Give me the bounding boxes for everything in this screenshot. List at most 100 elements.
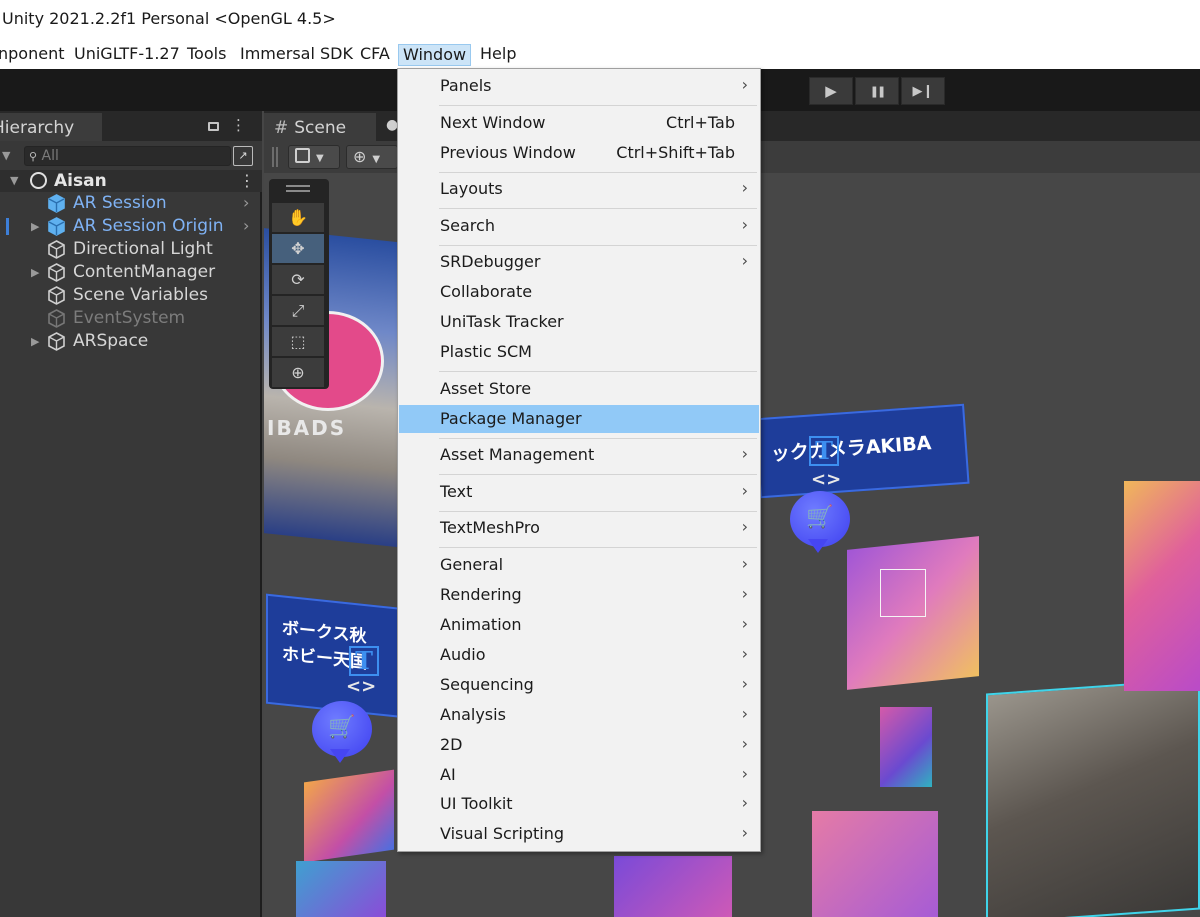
menu-item[interactable]: UniTask Tracker — [399, 308, 759, 336]
menu-item[interactable]: Text › — [399, 478, 759, 506]
menu-immersal-sdk[interactable]: Immersal SDK — [236, 44, 357, 66]
hierarchy-item-label: ARSpace — [73, 331, 149, 351]
overlay-grip-icon[interactable] — [286, 185, 310, 192]
hierarchy-item[interactable]: AR Session › — [0, 192, 262, 215]
create-dropdown-icon[interactable]: ▼ — [2, 149, 10, 162]
menu-item-label: Analysis — [440, 705, 506, 724]
menu-item[interactable]: Analysis › — [399, 701, 759, 729]
hand-tool-button[interactable]: ✋ — [272, 203, 324, 232]
submenu-arrow-icon: › — [741, 75, 748, 94]
scene-tile — [614, 856, 732, 917]
expand-triangle-icon[interactable]: ▶ — [31, 335, 39, 348]
menu-item[interactable]: Collaborate — [399, 278, 759, 306]
menu-item-label: Next Window — [440, 113, 546, 132]
submenu-arrow-icon: › — [741, 554, 748, 573]
menu-item[interactable]: 2D › — [399, 731, 759, 759]
transform-tool-button[interactable]: ⊕ — [272, 358, 324, 387]
hierarchy-item-label: AR Session Origin — [73, 216, 224, 236]
chevron-down-icon: ▼ — [316, 153, 324, 164]
menu-item[interactable]: Asset Store — [399, 375, 759, 403]
global-local-dropdown[interactable]: ⊕ ▼ — [346, 145, 398, 169]
scale-tool-button[interactable]: ⤢ — [272, 296, 324, 325]
menu-item-label: Animation — [440, 615, 522, 634]
menu-separator — [439, 172, 757, 173]
globe-icon: ⊕ — [353, 147, 367, 166]
menu-item-label: Collaborate — [440, 282, 533, 301]
hand-icon: ✋ — [288, 208, 308, 227]
menu-separator — [439, 511, 757, 512]
gameobject-cube-icon — [47, 240, 66, 259]
draw-mode-dropdown[interactable]: ▼ — [288, 145, 340, 169]
expand-triangle-icon[interactable]: ▶ — [31, 266, 39, 279]
scene-grid-icon: # — [274, 118, 289, 138]
menu-item[interactable]: Plastic SCM — [399, 338, 759, 366]
hierarchy-item[interactable]: EventSystem — [0, 307, 262, 330]
menu-item[interactable]: Previous Window Ctrl+Shift+Tab — [399, 139, 759, 167]
menu-item-label: SRDebugger — [440, 252, 541, 271]
menu-window[interactable]: Window — [398, 44, 472, 66]
step-button[interactable]: ▶❙ — [901, 77, 945, 105]
menu-item[interactable]: AI › — [399, 761, 759, 789]
hierarchy-item[interactable]: Scene Variables — [0, 284, 262, 307]
hierarchy-item[interactable]: ▶ ContentManager — [0, 261, 262, 284]
play-button[interactable]: ▶ — [809, 77, 853, 105]
menu-item[interactable]: Layouts › — [399, 175, 759, 203]
expand-triangle-icon[interactable]: ▼ — [10, 174, 18, 187]
menu-item[interactable]: Rendering › — [399, 581, 759, 609]
menu-component[interactable]: nponent — [0, 44, 68, 66]
menu-tools[interactable]: Tools — [183, 44, 230, 66]
submenu-arrow-icon: › — [741, 793, 748, 812]
chevron-right-icon[interactable]: › — [243, 216, 249, 235]
hierarchy-item[interactable]: ▶ AR Session Origin › — [0, 215, 262, 238]
toolbar-grip-icon — [272, 147, 278, 167]
menu-cfa[interactable]: CFA — [356, 44, 394, 66]
hierarchy-search-row: ▼ ⚲ All ↗ — [0, 141, 262, 171]
menu-item-shortcut: Ctrl+Tab — [666, 113, 735, 132]
menu-item[interactable]: Visual Scripting › — [399, 820, 759, 848]
menu-item[interactable]: General › — [399, 551, 759, 579]
submenu-arrow-icon: › — [741, 823, 748, 842]
scene-menu-icon[interactable]: ⋮ — [239, 171, 255, 190]
lock-icon[interactable] — [208, 122, 219, 131]
menu-item[interactable]: UI Toolkit › — [399, 790, 759, 818]
play-icon: ▶ — [825, 82, 837, 100]
menu-item[interactable]: Search › — [399, 212, 759, 240]
tab-hierarchy[interactable]: Hierarchy — [0, 113, 102, 141]
selection-indicator — [6, 218, 9, 235]
submenu-arrow-icon: › — [741, 644, 748, 663]
transform-tools-overlay: ✋ ✥ ⟳ ⤢ ⬚ ⊕ — [269, 179, 329, 389]
menu-unigltf[interactable]: UniGLTF-1.27 — [70, 44, 184, 66]
hierarchy-search-input[interactable]: ⚲ All — [24, 146, 231, 166]
expand-triangle-icon[interactable]: ▶ — [31, 220, 39, 233]
menu-item-shortcut: Ctrl+Shift+Tab — [616, 143, 735, 162]
rect-tool-button[interactable]: ⬚ — [272, 327, 324, 356]
search-filter-button[interactable]: ↗ — [233, 146, 253, 166]
menu-item[interactable]: Next Window Ctrl+Tab — [399, 109, 759, 137]
menu-item[interactable]: SRDebugger › — [399, 248, 759, 276]
menu-item[interactable]: Animation › — [399, 611, 759, 639]
menu-item-label: TextMeshPro — [440, 518, 540, 537]
banner-hobby: ボークス秋 ホビー天国 — [266, 593, 406, 719]
menu-help[interactable]: Help — [476, 44, 520, 66]
menu-item-label: Visual Scripting — [440, 824, 564, 843]
transform-icon: ⊕ — [291, 363, 305, 382]
menu-item[interactable]: Audio › — [399, 641, 759, 669]
rotate-tool-button[interactable]: ⟳ — [272, 265, 324, 294]
menu-item[interactable]: TextMeshPro › — [399, 514, 759, 542]
hierarchy-item[interactable]: Directional Light — [0, 238, 262, 261]
menu-item-label: Asset Store — [440, 379, 532, 398]
menu-separator — [439, 547, 757, 548]
pause-button[interactable]: ❚❚ — [855, 77, 899, 105]
kebab-menu-icon[interactable]: ⋮ — [231, 116, 246, 134]
menu-item[interactable]: Package Manager — [399, 405, 759, 433]
menu-separator — [439, 208, 757, 209]
menu-item[interactable]: Sequencing › — [399, 671, 759, 699]
menu-item[interactable]: Asset Management › — [399, 441, 759, 469]
menu-item-label: Search — [440, 216, 495, 235]
hierarchy-item[interactable]: ▶ ARSpace — [0, 330, 262, 353]
move-tool-button[interactable]: ✥ — [272, 234, 324, 263]
scene-root-row[interactable]: ▼ Aisan ⋮ — [0, 170, 262, 192]
tab-scene[interactable]: # Scene — [264, 113, 376, 141]
chevron-right-icon[interactable]: › — [243, 193, 249, 212]
menu-item[interactable]: Panels › — [399, 72, 759, 100]
